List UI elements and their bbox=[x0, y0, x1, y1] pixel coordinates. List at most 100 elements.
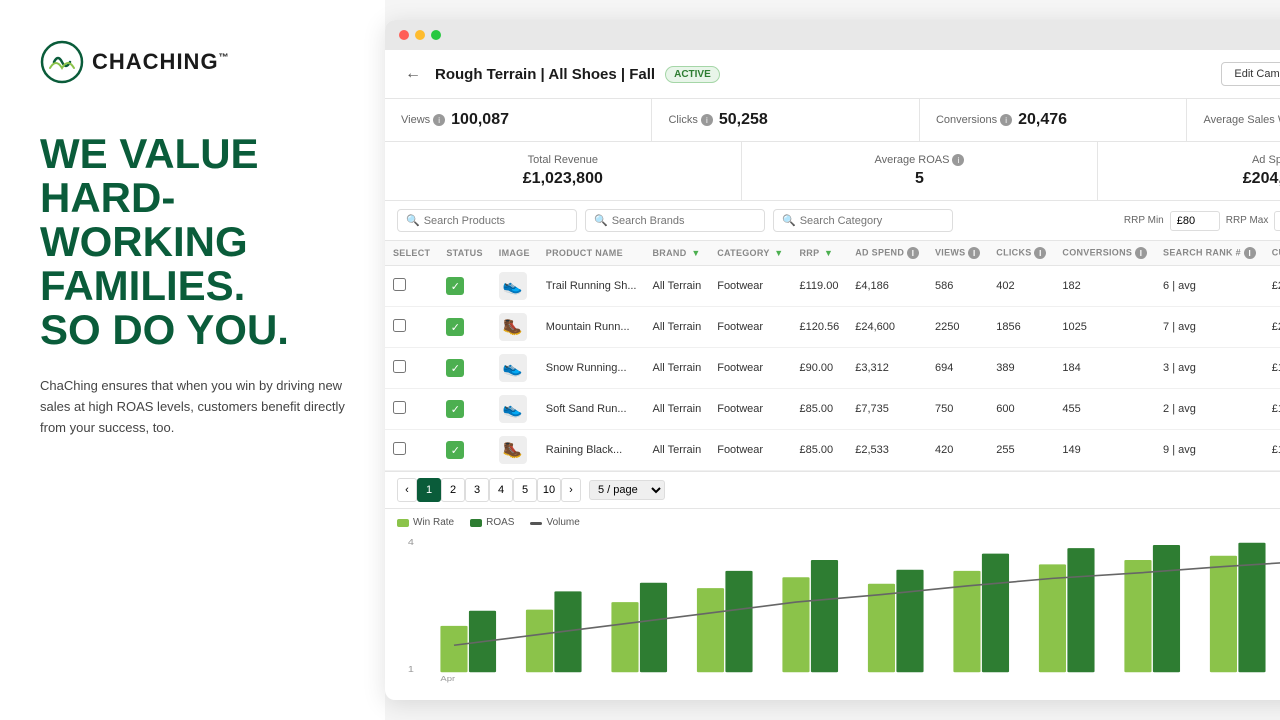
status-check-4[interactable]: ✓ bbox=[446, 441, 464, 459]
cell-views-0: 586 bbox=[927, 266, 988, 307]
browser-minimize-dot[interactable] bbox=[415, 30, 425, 40]
col-product-name: PRODUCT NAME bbox=[538, 241, 645, 266]
cell-image-3: 👟 bbox=[491, 389, 538, 430]
chart-area: Win Rate ROAS Volume 4 1 bbox=[385, 509, 1280, 700]
chart-svg: 4 1 10 | 2% 0 | 0 bbox=[397, 532, 1280, 683]
legend-win-rate: Win Rate bbox=[397, 517, 454, 528]
cell-views-2: 694 bbox=[927, 348, 988, 389]
cell-conversions-2: 184 bbox=[1054, 348, 1155, 389]
browser-bar bbox=[385, 20, 1280, 50]
col-category: CATEGORY ▼ bbox=[709, 241, 791, 266]
per-page-group: 5 / page 10 / page 25 / page bbox=[589, 480, 665, 500]
cell-select-2[interactable] bbox=[385, 348, 438, 389]
row-checkbox-1[interactable] bbox=[393, 319, 406, 332]
roas-info-icon[interactable]: i bbox=[952, 154, 964, 166]
status-check-0[interactable]: ✓ bbox=[446, 277, 464, 295]
row-checkbox-4[interactable] bbox=[393, 442, 406, 455]
page-3-button[interactable]: 3 bbox=[465, 478, 489, 502]
cell-cpo-0: £23 bbox=[1264, 266, 1280, 307]
win-rate-legend-color bbox=[397, 519, 409, 527]
campaign-title: Rough Terrain | All Shoes | Fall bbox=[435, 66, 655, 83]
page-4-button[interactable]: 4 bbox=[489, 478, 513, 502]
cell-rrp-0: £119.00 bbox=[791, 266, 847, 307]
cell-clicks-4: 255 bbox=[988, 430, 1054, 471]
total-revenue: Total Revenue £1,023,800 bbox=[385, 142, 742, 200]
cell-clicks-3: 600 bbox=[988, 389, 1054, 430]
page-5-button[interactable]: 5 bbox=[513, 478, 537, 502]
col-cpo: CURRENT CPO i bbox=[1264, 241, 1280, 266]
cell-status-3: ✓ bbox=[438, 389, 490, 430]
prev-page-button[interactable]: ‹ bbox=[397, 478, 417, 502]
status-check-1[interactable]: ✓ bbox=[446, 318, 464, 336]
cell-rrp-2: £90.00 bbox=[791, 348, 847, 389]
search-brands-box[interactable]: 🔍 bbox=[585, 209, 765, 232]
cell-select-0[interactable] bbox=[385, 266, 438, 307]
win-rate-label: Average Sales Win Rate i bbox=[1203, 114, 1280, 126]
rrp-min-input[interactable] bbox=[1170, 211, 1220, 231]
page-2-button[interactable]: 2 bbox=[441, 478, 465, 502]
subtext: ChaChing ensures that when you win by dr… bbox=[40, 376, 345, 438]
product-image-0: 👟 bbox=[499, 272, 527, 300]
ad-spend-label: Ad Spend bbox=[1118, 154, 1280, 166]
cell-clicks-2: 389 bbox=[988, 348, 1054, 389]
back-button[interactable]: ← bbox=[401, 62, 425, 86]
svg-text:Apr: Apr bbox=[440, 674, 455, 683]
cell-rrp-1: £120.56 bbox=[791, 307, 847, 348]
search-category-input[interactable] bbox=[800, 215, 944, 227]
cell-category-3: Footwear bbox=[709, 389, 791, 430]
revenue-row: Total Revenue £1,023,800 Average ROAS i … bbox=[385, 142, 1280, 201]
cell-clicks-0: 402 bbox=[988, 266, 1054, 307]
row-checkbox-0[interactable] bbox=[393, 278, 406, 291]
table: SELECT STATUS IMAGE PRODUCT NAME BRAND ▼… bbox=[385, 241, 1280, 471]
cell-ad-spend-3: £7,735 bbox=[847, 389, 927, 430]
product-image-2: 👟 bbox=[499, 354, 527, 382]
browser-maximize-dot[interactable] bbox=[431, 30, 441, 40]
cell-product-1: Mountain Runn... bbox=[538, 307, 645, 348]
search-category-icon: 🔍 bbox=[782, 214, 796, 227]
col-select: SELECT bbox=[385, 241, 438, 266]
cell-views-3: 750 bbox=[927, 389, 988, 430]
page-10-button[interactable]: 10 bbox=[537, 478, 561, 502]
per-page-select[interactable]: 5 / page 10 / page 25 / page bbox=[589, 480, 665, 500]
rrp-min-label: RRP Min bbox=[1124, 215, 1164, 226]
cell-status-1: ✓ bbox=[438, 307, 490, 348]
browser-close-dot[interactable] bbox=[399, 30, 409, 40]
search-products-box[interactable]: 🔍 bbox=[397, 209, 577, 232]
clicks-value: 50,258 bbox=[719, 111, 768, 129]
views-value: 100,087 bbox=[451, 111, 509, 129]
cell-select-1[interactable] bbox=[385, 307, 438, 348]
rrp-max-input[interactable] bbox=[1274, 211, 1280, 231]
views-info-icon[interactable]: i bbox=[433, 114, 445, 126]
rrp-max-label: RRP Max bbox=[1226, 215, 1269, 226]
status-check-2[interactable]: ✓ bbox=[446, 359, 464, 377]
search-category-box[interactable]: 🔍 bbox=[773, 209, 953, 232]
cell-brand-0: All Terrain bbox=[645, 266, 710, 307]
cell-select-3[interactable] bbox=[385, 389, 438, 430]
conversions-label: Conversions i bbox=[936, 114, 1012, 126]
cell-ad-spend-2: £3,312 bbox=[847, 348, 927, 389]
row-checkbox-3[interactable] bbox=[393, 401, 406, 414]
cell-views-4: 420 bbox=[927, 430, 988, 471]
cell-select-4[interactable] bbox=[385, 430, 438, 471]
cell-conversions-0: 182 bbox=[1054, 266, 1155, 307]
col-conversions: CONVERSIONS i bbox=[1054, 241, 1155, 266]
cell-image-2: 👟 bbox=[491, 348, 538, 389]
clicks-info-icon[interactable]: i bbox=[701, 114, 713, 126]
cell-rrp-3: £85.00 bbox=[791, 389, 847, 430]
cell-search-rank-2: 3 | avg bbox=[1155, 348, 1264, 389]
search-products-input[interactable] bbox=[424, 215, 568, 227]
status-check-3[interactable]: ✓ bbox=[446, 400, 464, 418]
campaign-area: ← Rough Terrain | All Shoes | Fall ACTIV… bbox=[385, 50, 1280, 700]
header-actions: Edit Campaign Pause Campaign bbox=[1221, 62, 1280, 86]
cell-cpo-2: £18 bbox=[1264, 348, 1280, 389]
search-brands-input[interactable] bbox=[612, 215, 756, 227]
cell-category-0: Footwear bbox=[709, 266, 791, 307]
next-page-button[interactable]: › bbox=[561, 478, 581, 502]
stat-win-rate: Average Sales Win Rate i 20% bbox=[1187, 99, 1280, 141]
conversions-info-icon[interactable]: i bbox=[1000, 114, 1012, 126]
product-table: SELECT STATUS IMAGE PRODUCT NAME BRAND ▼… bbox=[385, 241, 1280, 471]
svg-text:4: 4 bbox=[408, 538, 415, 548]
row-checkbox-2[interactable] bbox=[393, 360, 406, 373]
edit-campaign-button[interactable]: Edit Campaign bbox=[1221, 62, 1280, 86]
page-1-button[interactable]: 1 bbox=[417, 478, 441, 502]
